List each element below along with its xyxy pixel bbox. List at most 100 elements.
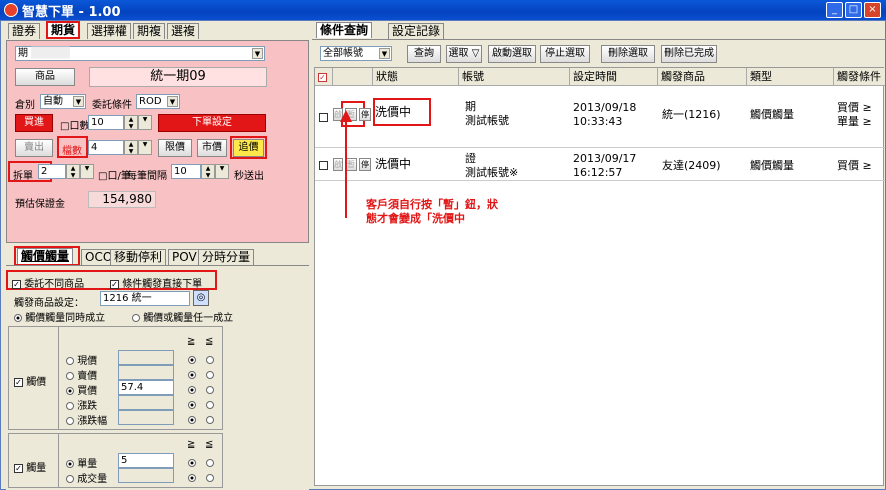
seconds-label: 秒送出 (234, 171, 264, 182)
ticks-dropdown[interactable]: ▼ (138, 140, 152, 155)
account-filter-select[interactable]: 全部帳號 ▼ (320, 46, 392, 61)
product-button[interactable]: 商品 (15, 68, 75, 86)
tab-trigger[interactable]: 觸價觸量 (17, 248, 74, 264)
direct-order-checkbox[interactable]: ✓ 條件觸發直接下單 (110, 275, 202, 290)
row-date: 2013/09/18 (573, 101, 637, 114)
radio-icon (66, 460, 74, 468)
ticks-spinner[interactable]: ▲ ▼ (124, 140, 138, 155)
minimize-button[interactable]: _ (826, 2, 843, 18)
tab-trailing-stop[interactable]: 移動停利 (110, 249, 167, 265)
split-input[interactable]: 2 (38, 164, 66, 179)
volume-le-radios[interactable] (206, 455, 214, 485)
close-button[interactable]: × (864, 2, 881, 18)
price-change-pct-input[interactable] (118, 410, 174, 425)
tab-condition-query[interactable]: 條件查詢 (316, 22, 373, 38)
price-ge-radios[interactable] (188, 352, 196, 427)
split-dropdown[interactable]: ▼ (80, 164, 94, 179)
condition-select[interactable]: ROD ▼ (136, 94, 180, 109)
order-settings-button[interactable]: 下單設定 (158, 114, 266, 132)
price-current-input[interactable] (118, 350, 174, 365)
product-setting-input[interactable]: 1216 統一 (100, 291, 190, 306)
radio-icon (132, 314, 140, 322)
tab-pov[interactable]: POV (168, 249, 201, 265)
tab-options[interactable]: 選擇權 (87, 23, 132, 39)
volume-group-checkbox[interactable]: ✓ 觸量 (14, 459, 46, 474)
header-select-all[interactable]: ✓ (315, 68, 333, 86)
mode-all-radio[interactable]: 觸價觸量同時成立 (14, 309, 105, 324)
price-ask-input[interactable] (118, 365, 174, 380)
tab-futures-combo[interactable]: 期複 (133, 23, 166, 39)
interval-input[interactable]: 10 (171, 164, 201, 179)
price-option-current[interactable]: 現價 (66, 352, 97, 367)
row-status: 洗價中 (375, 157, 412, 171)
ticks-label: 檔數 (62, 146, 82, 157)
qty-input[interactable]: 10 (88, 115, 124, 130)
radio-icon (188, 356, 196, 364)
table-row[interactable]: 啟 暫 停 洗價中 期 測試帳號 2013/09/18 10:33:43 統一(… (315, 87, 885, 148)
diff-product-checkbox[interactable]: ✓ 委託不同商品 (12, 275, 84, 290)
product-name: 統一期09 (89, 67, 267, 87)
volume-total-input[interactable] (118, 468, 174, 483)
interval-label: 每筆間隔 (127, 171, 167, 182)
position-select[interactable]: 自動 ▼ (40, 94, 86, 109)
price-group-checkbox[interactable]: ✓ 觸價 (14, 373, 46, 388)
interval-dropdown[interactable]: ▼ (215, 164, 229, 179)
header-condition[interactable]: 觸發條件 (834, 68, 885, 86)
stop-row-button[interactable]: 停 (359, 158, 371, 171)
price-le-radios[interactable] (206, 352, 214, 427)
header-product[interactable]: 觸發商品 (658, 68, 747, 86)
interval-spinner[interactable]: ▲ ▼ (201, 164, 215, 179)
search-icon[interactable]: ◎ (193, 290, 209, 306)
qty-dropdown[interactable]: ▼ (138, 115, 152, 130)
price-change-input[interactable] (118, 395, 174, 410)
price-option-change[interactable]: 漲跌 (66, 397, 97, 412)
header-status[interactable]: 狀態 (373, 68, 459, 86)
header-time[interactable]: 設定時間 (570, 68, 658, 86)
tab-options-combo[interactable]: 選複 (167, 23, 200, 39)
annotation-line2: 態才會變成「洗價中 (366, 212, 465, 225)
price-option-bid[interactable]: 買價 (66, 382, 97, 397)
price-bid-input[interactable]: 57.4 (118, 380, 174, 395)
volume-ge-radios[interactable] (188, 455, 196, 485)
delete-selected-button[interactable]: 刪除選取 (601, 45, 655, 63)
ticks-input[interactable]: 4 (88, 140, 124, 155)
stop-row-button[interactable]: 停 (359, 108, 371, 121)
query-button[interactable]: 查詢 (407, 45, 441, 63)
volume-single-input[interactable]: 5 (118, 453, 174, 468)
volume-ge-header: ≧ (187, 439, 196, 450)
tab-securities[interactable]: 證券 (8, 23, 41, 39)
row-time: 10:33:43 (573, 115, 623, 128)
stop-selected-button[interactable]: 停止選取 (540, 45, 590, 63)
chase-button[interactable]: 追價 (233, 139, 264, 157)
row-checkbox[interactable] (319, 161, 328, 170)
account-select[interactable]: 期 █████ ▼ (15, 46, 265, 61)
mode-any-radio[interactable]: 觸價或觸量任一成立 (132, 309, 233, 324)
limit-button[interactable]: 限價 (158, 139, 192, 157)
header-account[interactable]: 帳號 (459, 68, 570, 86)
position-value: 自動 (43, 96, 63, 107)
qty-spinner[interactable]: ▲ ▼ (124, 115, 138, 130)
price-option-ask[interactable]: 賣價 (66, 367, 97, 382)
delete-done-button[interactable]: 刪除已完成 (661, 45, 717, 63)
volume-option-total[interactable]: 成交量 (66, 470, 107, 485)
header-type[interactable]: 類型 (747, 68, 834, 86)
qty-label-text: 口數 (69, 121, 90, 132)
price-option-change-pct[interactable]: 漲跌幅 (66, 412, 107, 427)
tab-futures[interactable]: 期貨 (46, 21, 81, 39)
tab-setting-log[interactable]: 設定記錄 (388, 23, 445, 39)
chevron-down-icon: ▼ (252, 48, 263, 59)
select-button[interactable]: 選取 ▽ (446, 45, 482, 63)
market-button[interactable]: 市價 (197, 139, 227, 157)
start-selected-button[interactable]: 啟動選取 (488, 45, 536, 63)
row-checkbox[interactable] (319, 113, 328, 122)
buy-button[interactable]: 買進 (15, 114, 53, 132)
table-row[interactable]: 啟 暫 停 洗價中 證 測試帳號※ 2013/09/17 16:12:57 友達… (315, 149, 885, 181)
volume-option-single[interactable]: 單量 (66, 455, 97, 470)
account-masked: █████ (31, 48, 70, 59)
tab-time-slicing[interactable]: 分時分量 (198, 249, 255, 265)
row-account-line2: 測試帳號 (465, 114, 509, 127)
sell-button[interactable]: 賣出 (15, 139, 53, 157)
maximize-button[interactable]: □ (845, 2, 862, 18)
split-spinner[interactable]: ▲ ▼ (66, 164, 80, 179)
diff-product-label: 委託不同商品 (24, 279, 85, 290)
